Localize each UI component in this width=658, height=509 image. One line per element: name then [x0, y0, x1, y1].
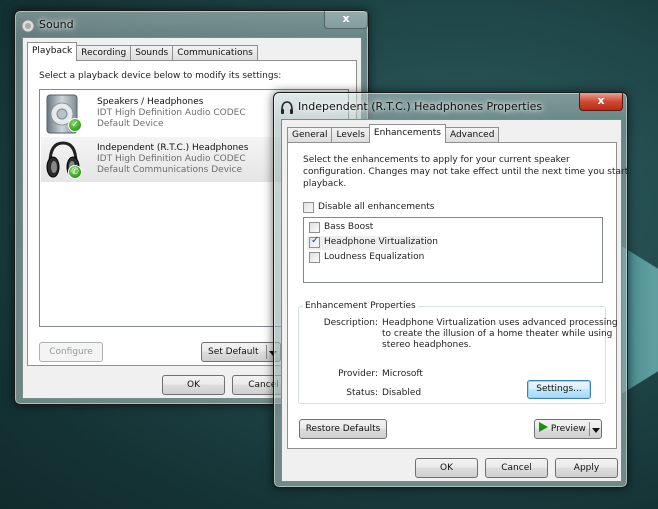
properties-tab-strip: General Levels Enhancements Advanced — [287, 124, 500, 143]
properties-cancel-button[interactable]: Cancel — [485, 458, 548, 478]
tab-levels[interactable]: Levels — [331, 127, 370, 143]
restore-defaults-button[interactable]: Restore Defaults — [299, 419, 387, 439]
description-line-1: Headphone Virtualization uses advanced p… — [382, 318, 618, 328]
set-default-button[interactable]: Set Default — [201, 342, 281, 362]
settings-button[interactable]: Settings... — [527, 380, 591, 399]
phone-badge-icon: ✆ — [68, 165, 82, 179]
enhancement-item-loudness-equalization[interactable]: Loudness Equalization — [307, 251, 447, 264]
enhancement-item-headphone-virtualization[interactable]: Headphone Virtualization — [307, 235, 438, 250]
tab-recording[interactable]: Recording — [76, 45, 132, 61]
properties-apply-button[interactable]: Apply — [555, 458, 618, 478]
set-default-label: Set Default — [208, 347, 259, 357]
preview-label: Preview — [550, 424, 586, 434]
headphone-virtualization-label: Headphone Virtualization — [324, 237, 438, 247]
enhancements-instruction-line-2: configuration. Changes may not take effe… — [303, 167, 629, 177]
tab-playback[interactable]: Playback — [27, 42, 78, 61]
tab-sounds[interactable]: Sounds — [130, 45, 174, 61]
properties-window-title: Independent (R.T.C.) Headphones Properti… — [298, 100, 543, 113]
tab-advanced[interactable]: Advanced — [444, 127, 500, 143]
description-label: Description: — [323, 318, 378, 328]
description-line-2: to create the illusion of a home theater… — [382, 329, 613, 339]
properties-client-area: General Levels Enhancements Advanced Sel… — [281, 119, 628, 482]
sound-close-button[interactable]: x — [324, 11, 368, 29]
play-icon — [539, 422, 548, 432]
sound-speaker-icon — [21, 19, 35, 33]
provider-label: Provider: — [338, 369, 378, 379]
disable-all-checkbox[interactable] — [303, 202, 314, 213]
device-driver: IDT High Definition Audio CODEC — [97, 108, 246, 118]
loudness-equalization-label: Loudness Equalization — [324, 252, 425, 262]
preview-button[interactable]: Preview — [534, 419, 602, 439]
headphones-title-icon — [281, 101, 293, 114]
description-line-3: stereo headphones. — [382, 340, 472, 350]
status-label: Status: — [346, 388, 378, 398]
tab-general[interactable]: General — [287, 127, 333, 143]
sound-window-title: Sound — [39, 18, 74, 31]
enhancement-item-bass-boost[interactable]: Bass Boost — [307, 221, 447, 234]
tab-enhancements[interactable]: Enhancements — [368, 124, 446, 143]
enhancement-properties-group: Enhancement Properties Description: Head… — [298, 301, 618, 404]
sound-tab-strip: Playback Recording Sounds Communications — [27, 42, 258, 61]
playback-instruction: Select a playback device below to modify… — [39, 71, 282, 81]
check-badge-icon: ✓ — [68, 118, 82, 132]
disable-all-label[interactable]: Disable all enhancements — [318, 202, 435, 212]
tab-communications[interactable]: Communications — [172, 45, 258, 61]
sound-ok-button[interactable]: OK — [162, 375, 225, 395]
headphone-virtualization-checkbox[interactable] — [309, 235, 320, 248]
enhancements-instruction-line-3: playback. — [303, 179, 347, 189]
enhancements-instruction-line-1: Select the enhancements to apply for you… — [303, 155, 570, 165]
device-driver: IDT High Definition Audio CODEC — [97, 154, 246, 164]
provider-value: Microsoft — [382, 369, 423, 379]
enhancements-list[interactable]: Bass Boost Headphone Virtualization Loud… — [303, 217, 603, 283]
properties-titlebar[interactable]: Independent (R.T.C.) Headphones Properti… — [274, 93, 627, 121]
properties-close-button[interactable]: x — [579, 93, 623, 111]
configure-button[interactable]: Configure — [39, 342, 103, 362]
device-name: Independent (R.T.C.) Headphones — [97, 143, 249, 153]
bass-boost-label: Bass Boost — [324, 222, 374, 232]
preview-dropdown-arrow-icon[interactable] — [589, 422, 600, 436]
properties-ok-button[interactable]: OK — [415, 458, 478, 478]
device-name: Speakers / Headphones — [97, 97, 204, 107]
bass-boost-checkbox[interactable] — [309, 222, 320, 233]
sound-titlebar[interactable]: Sound x — [15, 11, 368, 39]
enhancement-properties-title: Enhancement Properties — [303, 301, 418, 311]
properties-window: Independent (R.T.C.) Headphones Properti… — [273, 92, 628, 488]
enhancements-tab-page: Select the enhancements to apply for you… — [287, 142, 628, 449]
loudness-equalization-checkbox[interactable] — [309, 252, 320, 263]
device-status: Default Device — [97, 119, 164, 129]
device-status: Default Communications Device — [97, 165, 243, 175]
status-value: Disabled — [382, 388, 422, 398]
